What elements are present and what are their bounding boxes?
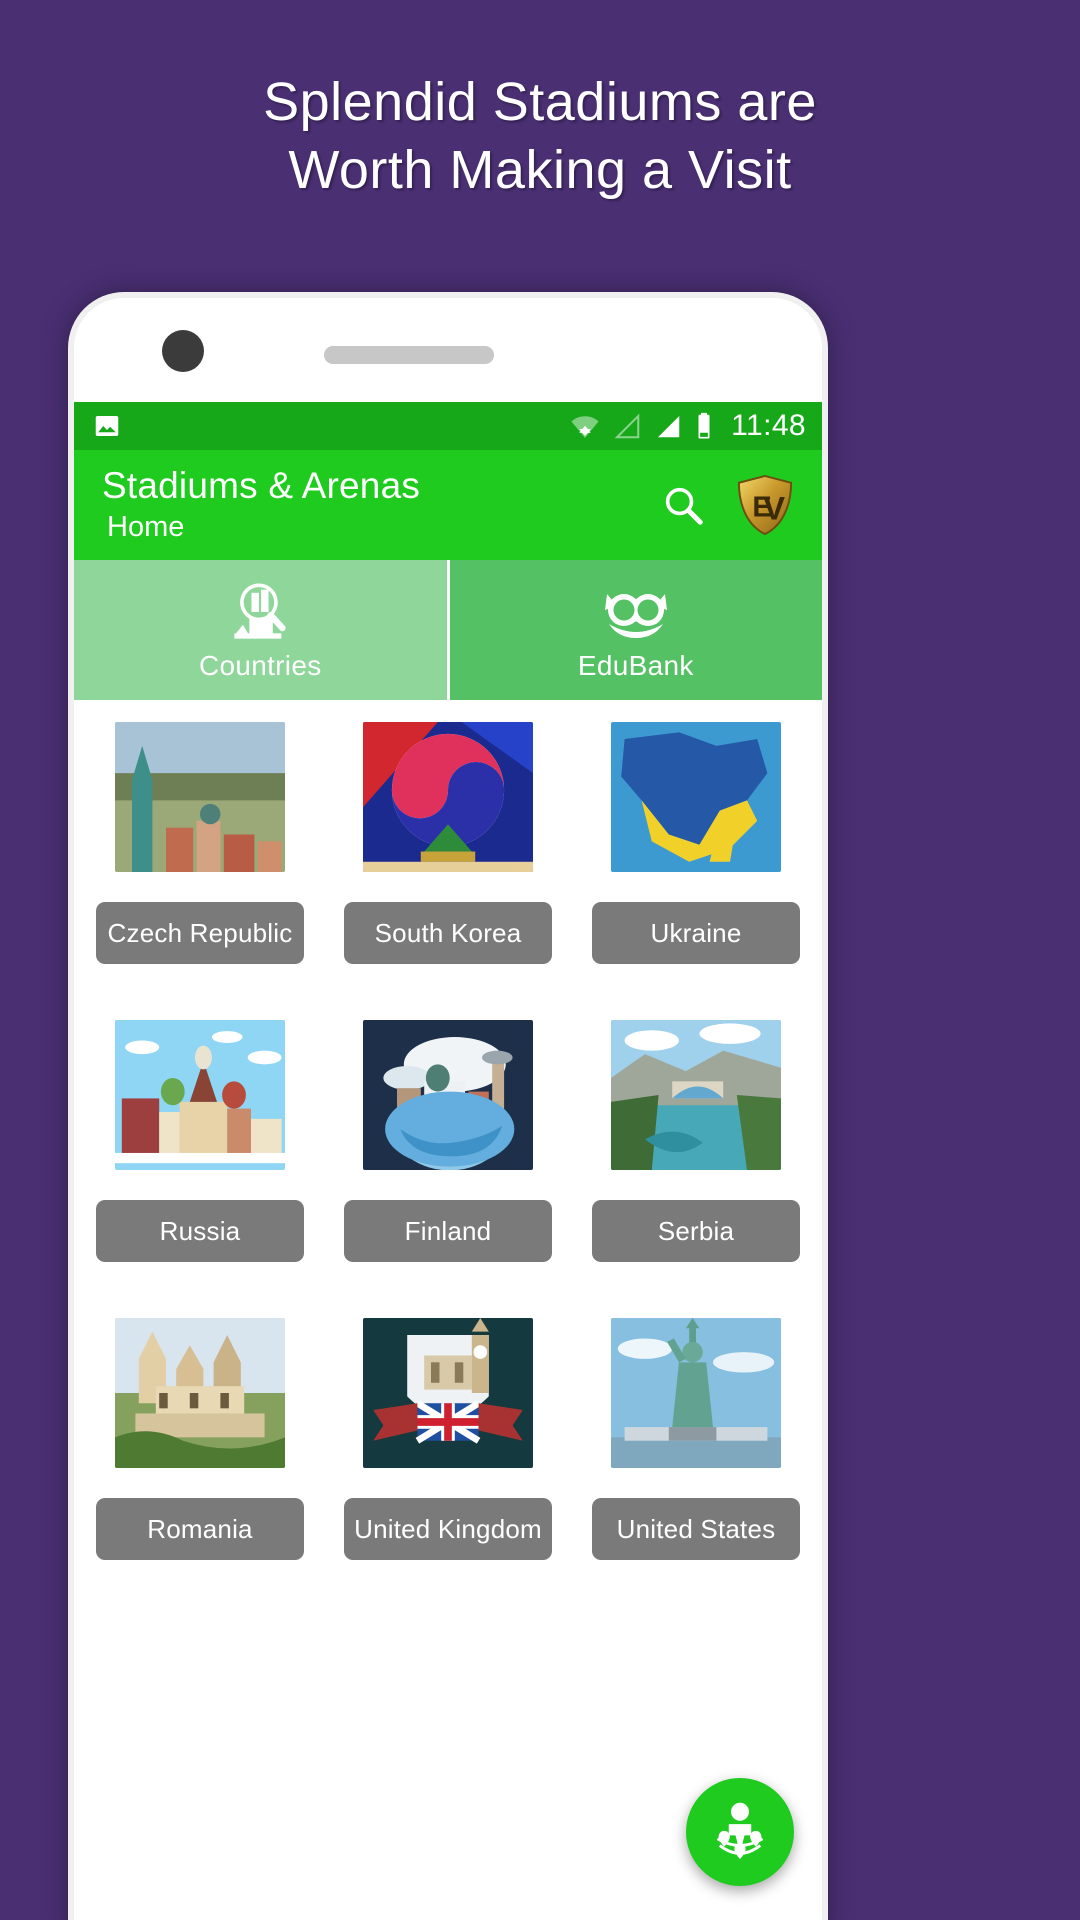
- page-subtitle: Home: [107, 511, 185, 543]
- ukraine-map-illustration: [611, 722, 781, 872]
- page-title: Stadiums & Arenas: [102, 465, 421, 506]
- tab-edubank[interactable]: EduBank: [449, 560, 822, 700]
- owl-icon: [597, 578, 675, 644]
- promo-line-2: Worth Making a Visit: [288, 140, 792, 200]
- country-chip[interactable]: Finland: [344, 1200, 552, 1262]
- country-cell-serbia[interactable]: Serbia: [592, 1020, 800, 1262]
- grid-row-spacer: [96, 1262, 800, 1318]
- tab-countries-label: Countries: [198, 650, 322, 681]
- svg-text:V: V: [763, 490, 785, 527]
- uk-shield-bigben-illustration: [363, 1318, 533, 1468]
- country-cell-ukraine[interactable]: Ukraine: [592, 722, 800, 964]
- tab-edubank-label: EduBank: [577, 650, 694, 681]
- earpiece-speaker-icon: [324, 346, 494, 364]
- app-screen: 11:48 Stadiums & Arenas Home E V Countri…: [74, 402, 822, 1920]
- phone-frame: 11:48 Stadiums & Arenas Home E V Countri…: [68, 292, 828, 1920]
- corvin-castle-photo: [115, 1318, 285, 1468]
- status-bar-indicators: 11:48: [569, 409, 806, 443]
- statue-of-liberty-photo: [611, 1318, 781, 1468]
- country-cell-czech-republic[interactable]: Czech Republic: [96, 722, 304, 964]
- image-notification-icon: [95, 416, 119, 436]
- country-chip[interactable]: Serbia: [592, 1200, 800, 1262]
- helsinki-globe-illustration: [363, 1020, 533, 1170]
- grid-row: Czech Republic South Korea Ukraine: [96, 722, 800, 964]
- country-chip[interactable]: Romania: [96, 1498, 304, 1560]
- magnifier-building-icon: [225, 578, 295, 644]
- country-chip[interactable]: United Kingdom: [344, 1498, 552, 1560]
- people-network-fab[interactable]: [686, 1778, 794, 1886]
- promo-banner: Splendid Stadiums are Worth Making a Vis…: [0, 0, 1080, 290]
- moscow-cathedral-illustration: [115, 1020, 285, 1170]
- country-cell-romania[interactable]: Romania: [96, 1318, 304, 1560]
- tab-bar: Countries EduBank: [74, 560, 822, 700]
- country-cell-united-kingdom[interactable]: United Kingdom: [344, 1318, 552, 1560]
- person-locations-network-icon: [716, 1802, 764, 1859]
- country-chip[interactable]: Czech Republic: [96, 902, 304, 964]
- grid-row: Romania United Kingdom United States: [96, 1318, 800, 1560]
- phone-screen-area: 11:48 Stadiums & Arenas Home E V Countri…: [74, 298, 822, 1920]
- signal-full-icon: [658, 416, 680, 438]
- battery-icon: [698, 412, 710, 439]
- korea-flag-taegeuk-photo: [363, 722, 533, 872]
- search-icon[interactable]: [660, 482, 706, 528]
- prague-skyline-photo: [115, 722, 285, 872]
- country-cell-finland[interactable]: Finland: [344, 1020, 552, 1262]
- grid-row: Russia Finland Serbia: [96, 1020, 800, 1262]
- phone-top-bezel: [74, 298, 822, 402]
- ev-shield-logo-icon[interactable]: E V: [736, 474, 794, 536]
- status-bar-notifications: [92, 411, 122, 441]
- wifi-icon: [571, 416, 599, 438]
- promo-line-1: Splendid Stadiums are: [263, 72, 817, 132]
- app-bar: Stadiums & Arenas Home E V: [74, 450, 822, 560]
- tab-countries[interactable]: Countries: [74, 560, 447, 700]
- app-bar-title-block: Stadiums & Arenas Home: [102, 464, 660, 546]
- app-bar-actions: E V: [660, 474, 800, 536]
- country-chip[interactable]: South Korea: [344, 902, 552, 964]
- country-cell-russia[interactable]: Russia: [96, 1020, 304, 1262]
- country-chip[interactable]: Ukraine: [592, 902, 800, 964]
- front-camera-icon: [162, 330, 204, 372]
- status-bar: 11:48: [74, 402, 822, 450]
- mostar-bridge-photo: [611, 1020, 781, 1170]
- country-chip[interactable]: Russia: [96, 1200, 304, 1262]
- status-bar-clock: 11:48: [731, 409, 806, 442]
- signal-empty-icon: [614, 413, 640, 439]
- grid-row-spacer: [96, 964, 800, 1020]
- country-grid: Czech Republic South Korea Ukraine Russi…: [74, 700, 822, 1560]
- country-cell-united-states[interactable]: United States: [592, 1318, 800, 1560]
- country-chip[interactable]: United States: [592, 1498, 800, 1560]
- country-cell-south-korea[interactable]: South Korea: [344, 722, 552, 964]
